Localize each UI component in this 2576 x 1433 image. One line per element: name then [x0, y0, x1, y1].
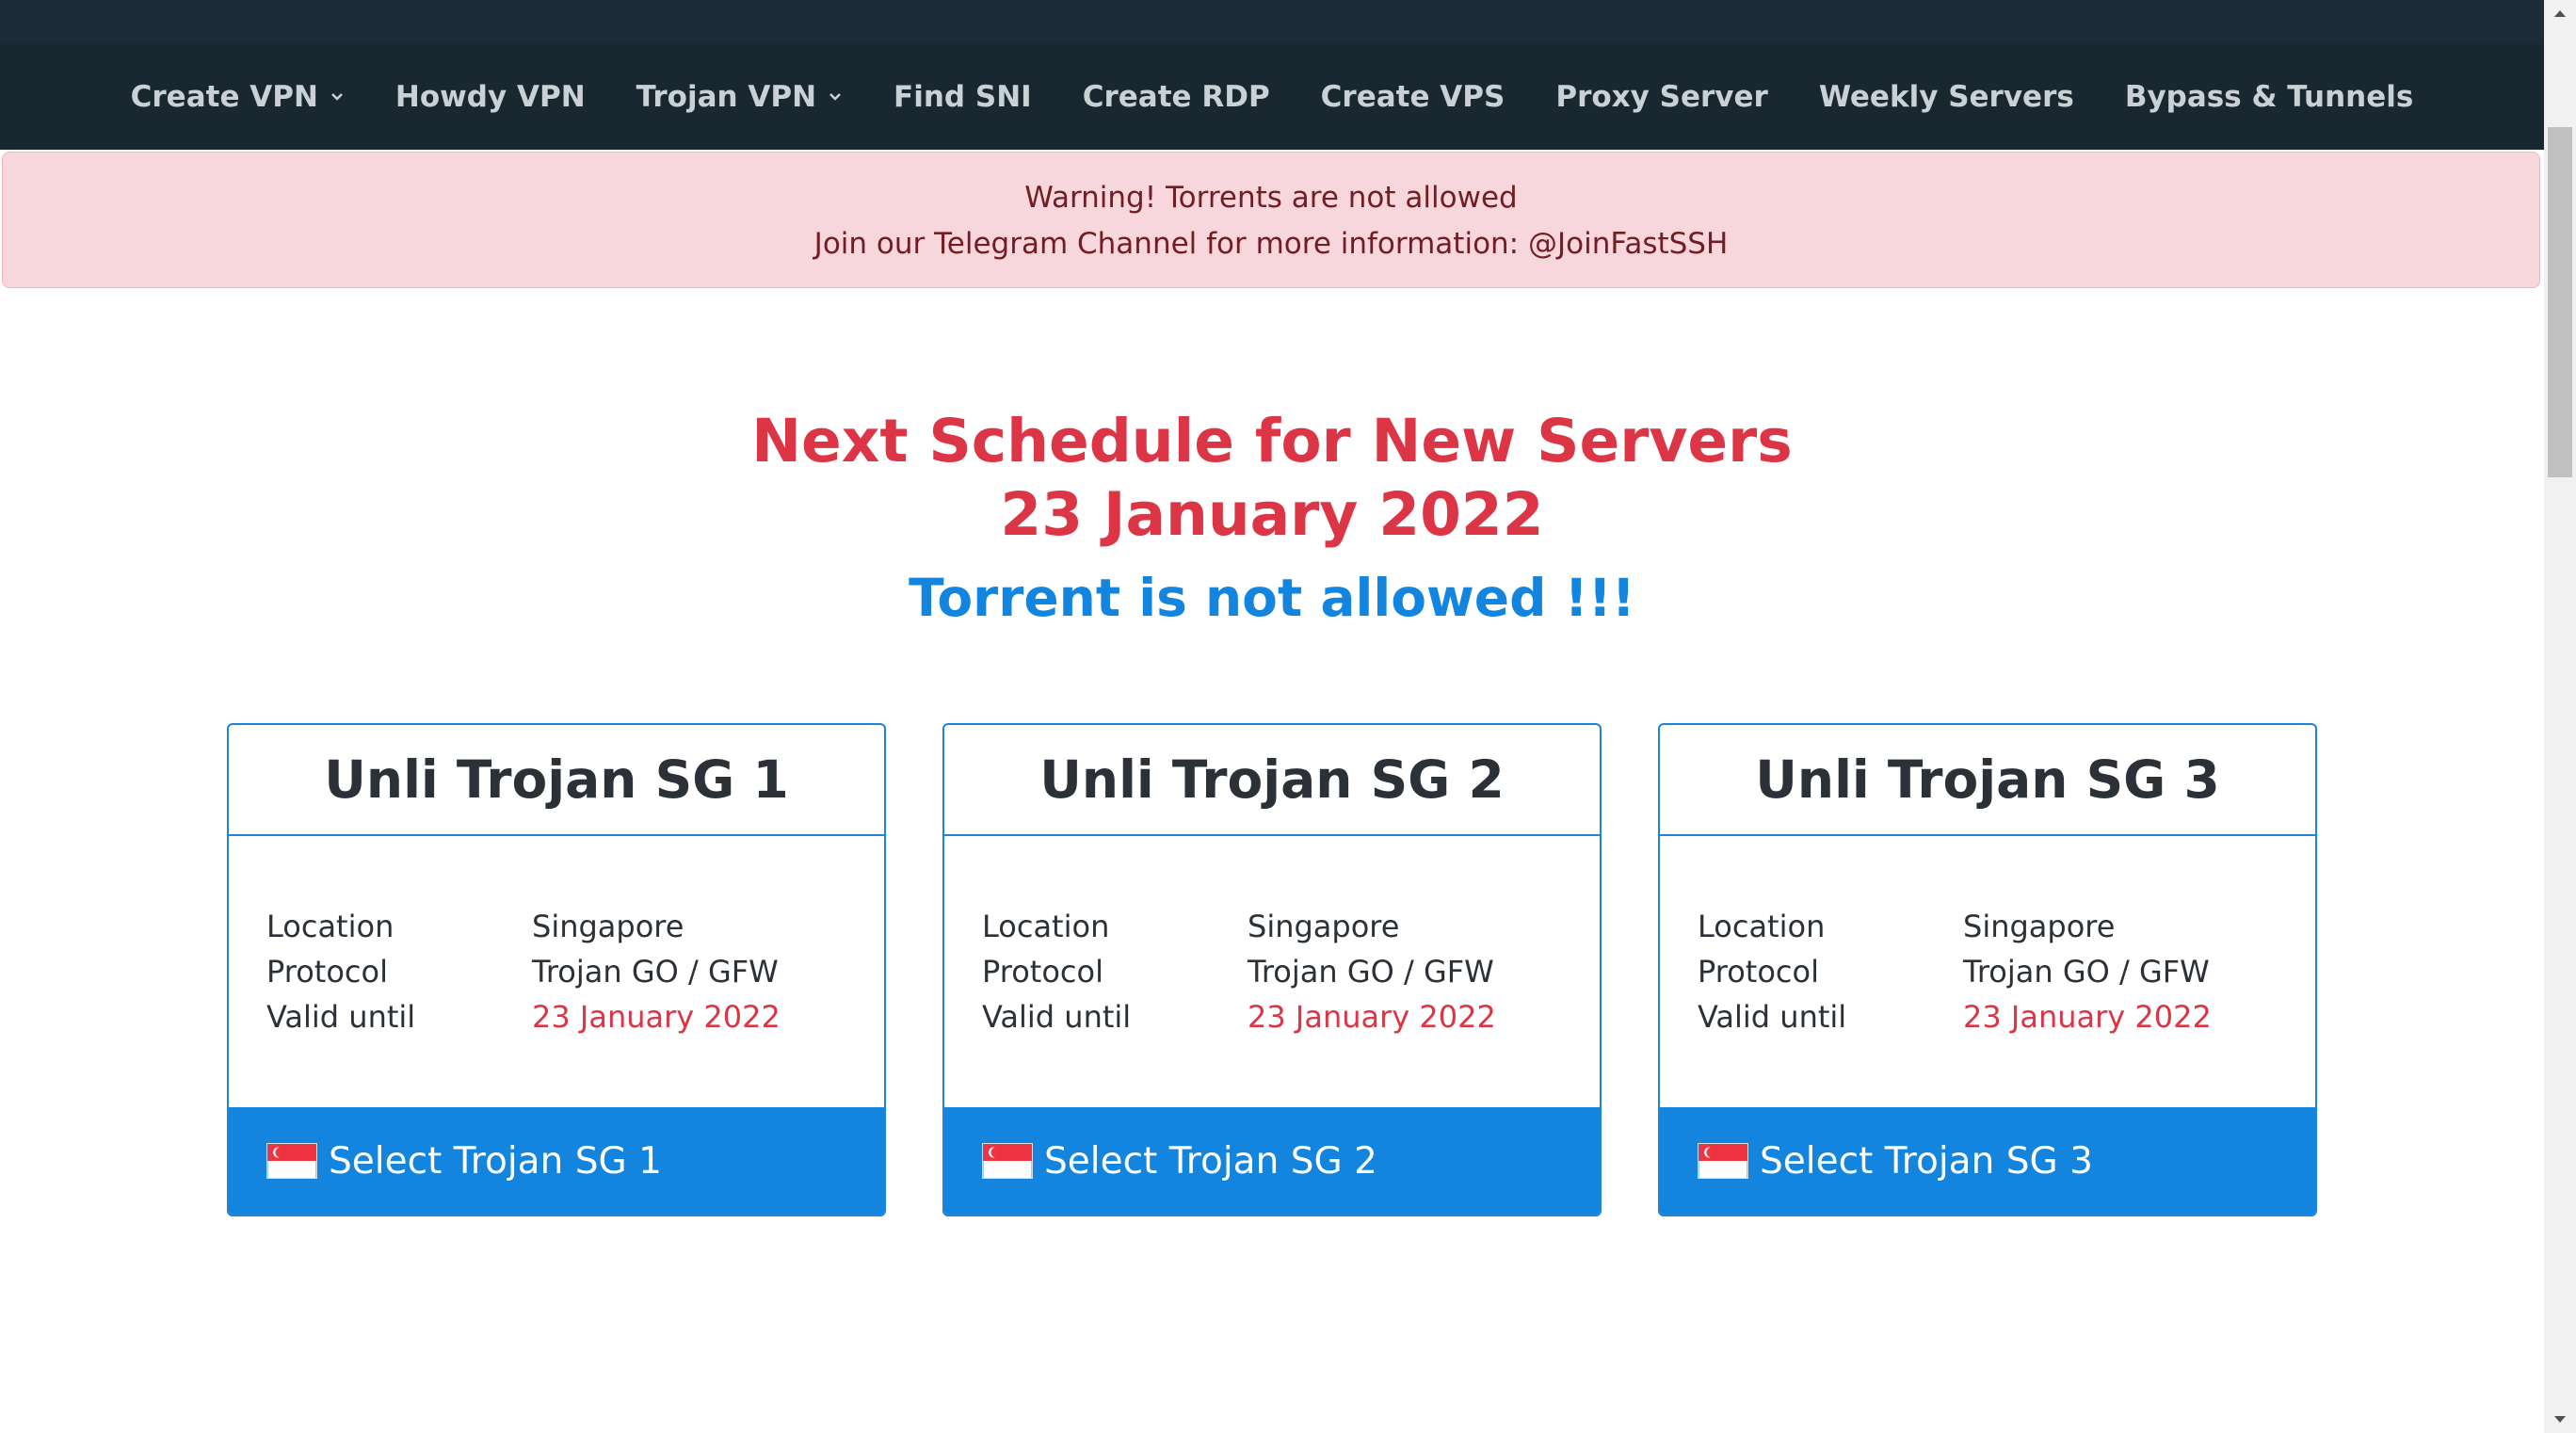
- card-title: Unli Trojan SG 1: [229, 725, 884, 836]
- alert-warning-text: Warning! Torrents are not allowed: [1024, 181, 1518, 215]
- nav-find-sni-label: Find SNI: [894, 80, 1032, 114]
- nav-bypass-tunnels[interactable]: Bypass & Tunnels: [2100, 80, 2439, 114]
- nav-trojan-vpn-label: Trojan VPN: [636, 80, 817, 114]
- select-button-label: Select Trojan SG 2: [1044, 1139, 1377, 1183]
- select-button-label: Select Trojan SG 1: [329, 1139, 662, 1183]
- location-value: Singapore: [532, 909, 684, 944]
- schedule-title: Next Schedule for New Servers: [751, 407, 1793, 475]
- singapore-flag-icon: [266, 1143, 317, 1179]
- nav-howdy-vpn[interactable]: Howdy VPN: [370, 80, 611, 114]
- chevron-down-icon: [331, 93, 343, 101]
- top-strip: [0, 0, 2544, 44]
- protocol-row: Protocol Trojan GO / GFW: [982, 949, 1600, 994]
- nav-weekly-servers-label: Weekly Servers: [1818, 80, 2074, 114]
- select-button-label: Select Trojan SG 3: [1760, 1139, 2093, 1183]
- nav-proxy-server[interactable]: Proxy Server: [1530, 80, 1793, 114]
- protocol-row: Protocol Trojan GO / GFW: [1698, 949, 2315, 994]
- location-row: Location Singapore: [982, 904, 1600, 949]
- scroll-up-arrow-icon[interactable]: [2544, 0, 2576, 26]
- nav-create-vpn[interactable]: Create VPN: [105, 80, 370, 114]
- nav-create-vps-label: Create VPS: [1320, 80, 1505, 114]
- nav-find-sni[interactable]: Find SNI: [868, 80, 1057, 114]
- nav-proxy-server-label: Proxy Server: [1555, 80, 1768, 114]
- valid-value: 23 January 2022: [1248, 999, 1496, 1035]
- chevron-down-icon: [829, 93, 841, 101]
- singapore-flag-icon: [982, 1143, 1033, 1179]
- singapore-flag-icon: [1698, 1143, 1748, 1179]
- main-navbar: Create VPN Howdy VPN Trojan VPN Find SNI…: [0, 44, 2544, 150]
- vertical-scrollbar[interactable]: [2544, 0, 2576, 1433]
- location-label: Location: [982, 909, 1110, 944]
- server-card-sg2: Unli Trojan SG 2 Location Singapore Prot…: [942, 723, 1602, 1216]
- valid-value: 23 January 2022: [1963, 999, 2212, 1035]
- card-details: Location Singapore Protocol Trojan GO / …: [1660, 836, 2315, 1109]
- alert-telegram-text: Join our Telegram Channel for more infor…: [813, 227, 1729, 261]
- scrollbar-thumb[interactable]: [2548, 127, 2572, 477]
- card-title: Unli Trojan SG 3: [1660, 725, 2315, 836]
- scroll-down-arrow-icon[interactable]: [2544, 1407, 2576, 1433]
- schedule-date: 23 January 2022: [1000, 480, 1544, 549]
- card-details: Location Singapore Protocol Trojan GO / …: [944, 836, 1600, 1109]
- server-card-sg1: Unli Trojan SG 1 Location Singapore Prot…: [227, 723, 886, 1216]
- select-trojan-sg2-button[interactable]: Select Trojan SG 2: [944, 1107, 1600, 1215]
- protocol-value: Trojan GO / GFW: [1248, 954, 1494, 990]
- select-trojan-sg3-button[interactable]: Select Trojan SG 3: [1660, 1107, 2315, 1215]
- schedule-heading: Next Schedule for New Servers 23 January…: [0, 405, 2544, 552]
- location-label: Location: [266, 909, 394, 944]
- page: Create VPN Howdy VPN Trojan VPN Find SNI…: [0, 0, 2576, 1433]
- nav-create-rdp[interactable]: Create RDP: [1057, 80, 1296, 114]
- nav-trojan-vpn[interactable]: Trojan VPN: [611, 80, 868, 114]
- valid-row: Valid until 23 January 2022: [1698, 994, 2315, 1039]
- valid-label: Valid until: [266, 999, 416, 1035]
- valid-label: Valid until: [982, 999, 1132, 1035]
- nav-howdy-vpn-label: Howdy VPN: [394, 80, 586, 114]
- valid-value: 23 January 2022: [532, 999, 781, 1035]
- server-card-sg3: Unli Trojan SG 3 Location Singapore Prot…: [1658, 723, 2317, 1216]
- location-value: Singapore: [1248, 909, 1400, 944]
- warning-alert: Warning! Torrents are not allowed Join o…: [2, 152, 2540, 288]
- protocol-label: Protocol: [982, 954, 1103, 990]
- nav-create-rdp-label: Create RDP: [1082, 80, 1270, 114]
- location-row: Location Singapore: [1698, 904, 2315, 949]
- valid-row: Valid until 23 January 2022: [982, 994, 1600, 1039]
- protocol-label: Protocol: [266, 954, 388, 990]
- valid-row: Valid until 23 January 2022: [266, 994, 884, 1039]
- valid-label: Valid until: [1698, 999, 1847, 1035]
- torrent-notice: Torrent is not allowed !!!: [909, 568, 1635, 628]
- protocol-label: Protocol: [1698, 954, 1819, 990]
- nav-weekly-servers[interactable]: Weekly Servers: [1794, 80, 2100, 114]
- card-details: Location Singapore Protocol Trojan GO / …: [229, 836, 884, 1109]
- card-title: Unli Trojan SG 2: [944, 725, 1600, 836]
- nav-bypass-tunnels-label: Bypass & Tunnels: [2124, 80, 2414, 114]
- select-trojan-sg1-button[interactable]: Select Trojan SG 1: [229, 1107, 884, 1215]
- location-label: Location: [1698, 909, 1826, 944]
- protocol-value: Trojan GO / GFW: [1963, 954, 2210, 990]
- nav-create-vpn-label: Create VPN: [130, 80, 318, 114]
- location-value: Singapore: [1963, 909, 2116, 944]
- protocol-row: Protocol Trojan GO / GFW: [266, 949, 884, 994]
- location-row: Location Singapore: [266, 904, 884, 949]
- nav-create-vps[interactable]: Create VPS: [1296, 80, 1531, 114]
- protocol-value: Trojan GO / GFW: [532, 954, 779, 990]
